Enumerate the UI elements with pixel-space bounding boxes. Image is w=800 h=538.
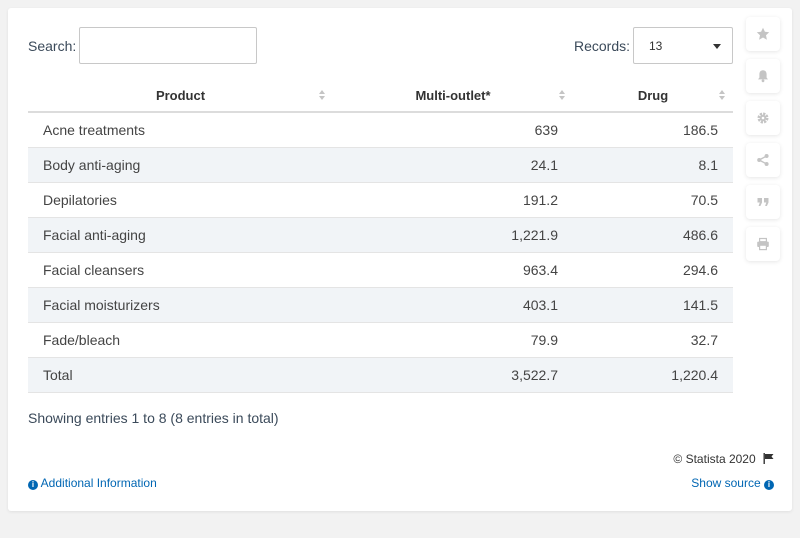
info-icon: i bbox=[764, 480, 774, 490]
table-row: Facial moisturizers 403.1 141.5 bbox=[28, 286, 733, 322]
bell-icon bbox=[758, 70, 768, 83]
share-icon bbox=[757, 154, 769, 166]
table-row-total: Total 3,522.7 1,220.4 bbox=[28, 356, 733, 393]
show-source-link[interactable]: Show source i bbox=[691, 476, 774, 490]
cell-drug: 32.7 bbox=[573, 321, 733, 357]
sort-icon bbox=[559, 90, 565, 102]
cell-multi-outlet: 3,522.7 bbox=[333, 356, 573, 393]
print-button[interactable] bbox=[746, 227, 780, 261]
sidebar-toolbar bbox=[746, 17, 780, 269]
header-drug-label: Drug bbox=[637, 88, 669, 103]
cell-product: Facial moisturizers bbox=[28, 286, 333, 322]
table-row: Facial anti-aging 1,221.9 486.6 bbox=[28, 216, 733, 252]
sort-icon bbox=[319, 90, 325, 102]
header-product-label: Product bbox=[155, 88, 206, 103]
header-drug[interactable]: Drug bbox=[573, 80, 733, 113]
share-button[interactable] bbox=[746, 143, 780, 177]
entries-summary: Showing entries 1 to 8 (8 entries in tot… bbox=[28, 410, 279, 426]
star-icon bbox=[756, 27, 770, 40]
flag-icon[interactable] bbox=[763, 453, 774, 464]
cell-drug: 70.5 bbox=[573, 181, 733, 217]
header-multi-outlet[interactable]: Multi-outlet* bbox=[333, 80, 573, 113]
cell-drug: 1,220.4 bbox=[573, 356, 733, 393]
records-label: Records: bbox=[574, 38, 631, 54]
cell-drug: 186.5 bbox=[573, 111, 733, 147]
cell-drug: 8.1 bbox=[573, 146, 733, 182]
cell-product: Acne treatments bbox=[28, 111, 333, 147]
records-select[interactable]: 13 bbox=[633, 27, 733, 64]
cell-multi-outlet: 403.1 bbox=[333, 286, 573, 322]
search-input[interactable] bbox=[79, 27, 257, 64]
cell-drug: 141.5 bbox=[573, 286, 733, 322]
table-row: Acne treatments 639 186.5 bbox=[28, 111, 733, 147]
copyright-text: © Statista 2020 bbox=[673, 452, 756, 466]
cell-multi-outlet: 639 bbox=[333, 111, 573, 147]
header-product[interactable]: Product bbox=[28, 80, 333, 113]
cell-product: Facial cleansers bbox=[28, 251, 333, 287]
data-table: Product Multi-outlet* Drug Acne treatmen… bbox=[28, 80, 733, 393]
info-icon: i bbox=[28, 480, 38, 490]
settings-button[interactable] bbox=[746, 101, 780, 135]
print-icon bbox=[757, 237, 769, 251]
cell-product: Facial anti-aging bbox=[28, 216, 333, 252]
cell-product: Fade/bleach bbox=[28, 321, 333, 357]
cell-multi-outlet: 79.9 bbox=[333, 321, 573, 357]
cell-multi-outlet: 24.1 bbox=[333, 146, 573, 182]
cell-multi-outlet: 1,221.9 bbox=[333, 216, 573, 252]
table-row: Depilatories 191.2 70.5 bbox=[28, 181, 733, 217]
chevron-down-icon bbox=[713, 44, 721, 49]
cell-drug: 486.6 bbox=[573, 216, 733, 252]
table-row: Facial cleansers 963.4 294.6 bbox=[28, 251, 733, 287]
gear-icon bbox=[757, 112, 769, 124]
statistic-card: Search: Records: 13 Product Multi-outlet… bbox=[8, 8, 792, 511]
cite-button[interactable] bbox=[746, 185, 780, 219]
additional-information-link[interactable]: i Additional Information bbox=[28, 476, 157, 490]
sort-icon bbox=[719, 90, 725, 102]
cell-multi-outlet: 963.4 bbox=[333, 251, 573, 287]
search-label: Search: bbox=[28, 38, 77, 54]
table-row: Body anti-aging 24.1 8.1 bbox=[28, 146, 733, 182]
table-header-row: Product Multi-outlet* Drug bbox=[28, 80, 733, 113]
table-row: Fade/bleach 79.9 32.7 bbox=[28, 321, 733, 357]
header-multi-outlet-label: Multi-outlet* bbox=[415, 88, 491, 103]
favorite-button[interactable] bbox=[746, 17, 780, 51]
notification-button[interactable] bbox=[746, 59, 780, 93]
copyright: © Statista 2020 bbox=[673, 452, 774, 466]
show-source-label: Show source bbox=[691, 476, 761, 490]
quote-icon bbox=[757, 198, 769, 206]
cell-multi-outlet: 191.2 bbox=[333, 181, 573, 217]
cell-product: Total bbox=[28, 356, 333, 393]
cell-product: Body anti-aging bbox=[28, 146, 333, 182]
records-value: 13 bbox=[649, 39, 663, 53]
cell-drug: 294.6 bbox=[573, 251, 733, 287]
additional-information-label: Additional Information bbox=[40, 476, 157, 490]
cell-product: Depilatories bbox=[28, 181, 333, 217]
